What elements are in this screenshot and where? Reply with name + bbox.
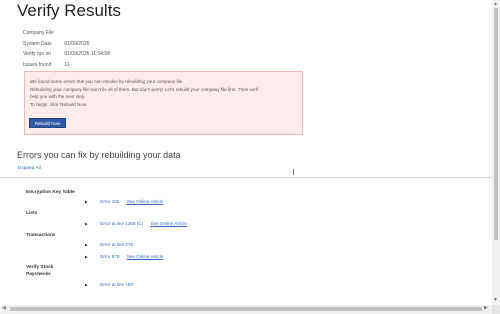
meta-info: Company File System Date 01/09/2026 Veri… [23, 28, 110, 70]
verify-results-page: Verify Results Company File System Date … [0, 0, 492, 305]
meta-company-file: Company File [23, 28, 110, 39]
notice-line: help you with the next step. [30, 94, 86, 100]
meta-value: 11 [64, 61, 70, 68]
see-online-article-link[interactable]: See Online Article [150, 221, 187, 226]
triangle-bullet-icon[interactable]: ▶ [85, 283, 99, 287]
group-label-verify-stock-paychecks: Verify Stock Paychecks [26, 264, 53, 278]
error-row: ▶ Error 579 See Online Article [85, 254, 163, 259]
arrow-left-icon[interactable]: ◀ [2, 305, 6, 311]
error-code: Error at line 183 [100, 282, 133, 287]
error-row: ▶ Error 306 See Online Article [85, 199, 163, 204]
meta-label: System Date [23, 40, 52, 47]
error-code: Error 306 [100, 199, 120, 204]
see-online-article-link[interactable]: See Online Article [127, 254, 164, 259]
page-title: Verify Results [17, 1, 121, 20]
horizontal-scroll-thumb[interactable] [10, 307, 482, 311]
triangle-bullet-icon[interactable]: ▶ [85, 200, 99, 204]
divider [0, 177, 492, 178]
group-label-encryption-key-table: Encryption Key Table [26, 190, 75, 195]
error-row: ▶ Error at line 1268 (C) See Online Arti… [85, 221, 187, 226]
scrollbar-corner [492, 305, 500, 314]
vertical-scroll-thumb[interactable] [494, 8, 498, 240]
error-code: Error at line 1268 (C) [100, 221, 144, 226]
notice-line: To begin, click Rebuild Now. [30, 101, 88, 107]
arrow-up-icon[interactable]: ▲ [493, 1, 498, 7]
triangle-bullet-icon[interactable]: ▶ [85, 222, 99, 226]
group-label-transactions: Transactions [26, 233, 56, 238]
meta-label: Issues found [23, 61, 52, 68]
arrow-down-icon[interactable]: ▼ [493, 297, 498, 303]
error-code: Error at line 279 [100, 242, 133, 247]
meta-value: 01/09/2026 [64, 40, 90, 47]
see-online-article-link[interactable]: See Online Article [127, 199, 164, 204]
meta-system-date: System Date 01/09/2026 [23, 39, 110, 50]
section-title: Errors you can fix by rebuilding your da… [17, 150, 181, 160]
expand-all-link[interactable]: Expand All [18, 166, 41, 171]
error-row: ▶ Error at line 183 [85, 282, 133, 287]
notice-line: We found some errors that you can resolv… [30, 79, 184, 84]
meta-verify-run-on: Verify run on 01/09/2026 11:54:58 [23, 49, 110, 60]
triangle-bullet-icon[interactable]: ▶ [85, 255, 99, 259]
group-label-line: Verify Stock [26, 265, 54, 270]
meta-issues-found: Issues found 11 [23, 60, 110, 71]
group-label-lists: Lists [26, 211, 38, 216]
text-cursor-icon [293, 169, 294, 175]
meta-label: Company File [23, 30, 54, 36]
group-label-line: Paychecks [26, 272, 51, 277]
meta-label: Verify run on [23, 51, 52, 57]
notice-line: Rebuilding your company file won't fix a… [30, 86, 259, 92]
arrow-right-icon[interactable]: ▶ [484, 305, 488, 311]
triangle-bullet-icon[interactable]: ▶ [85, 243, 99, 247]
error-code: Error 579 [100, 254, 120, 259]
rebuild-now-button[interactable]: Rebuild Now [29, 118, 66, 128]
meta-value: 01/09/2026 11:54:58 [64, 51, 110, 57]
error-row: ▶ Error at line 279 [85, 242, 133, 247]
